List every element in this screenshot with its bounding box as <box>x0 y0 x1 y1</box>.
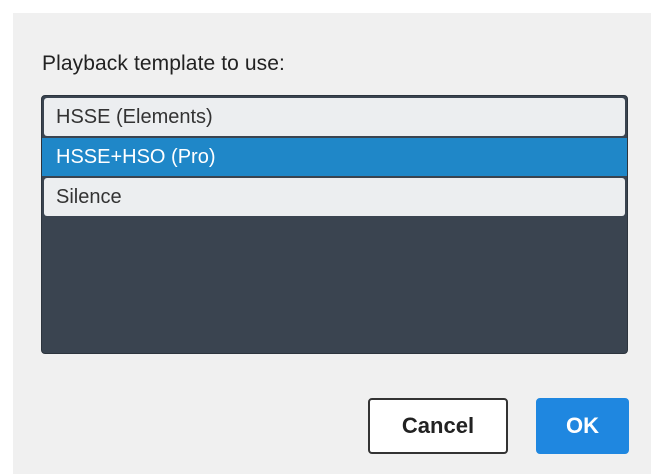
template-item-label: HSSE+HSO (Pro) <box>56 146 216 168</box>
template-item-label: HSSE (Elements) <box>56 106 213 128</box>
ok-button[interactable]: OK <box>536 398 629 454</box>
template-item-silence[interactable]: Silence <box>44 178 625 216</box>
template-item-label: Silence <box>56 186 122 208</box>
cancel-button[interactable]: Cancel <box>368 398 508 454</box>
dialog-prompt: Playback template to use: <box>42 52 285 75</box>
playback-template-dialog: Playback template to use: HSSE (Elements… <box>13 13 651 474</box>
template-item-hsse-elements[interactable]: HSSE (Elements) <box>44 98 625 136</box>
template-item-hsse-hso-pro[interactable]: HSSE+HSO (Pro) <box>42 138 627 176</box>
template-list[interactable]: HSSE (Elements) HSSE+HSO (Pro) Silence <box>41 95 628 354</box>
